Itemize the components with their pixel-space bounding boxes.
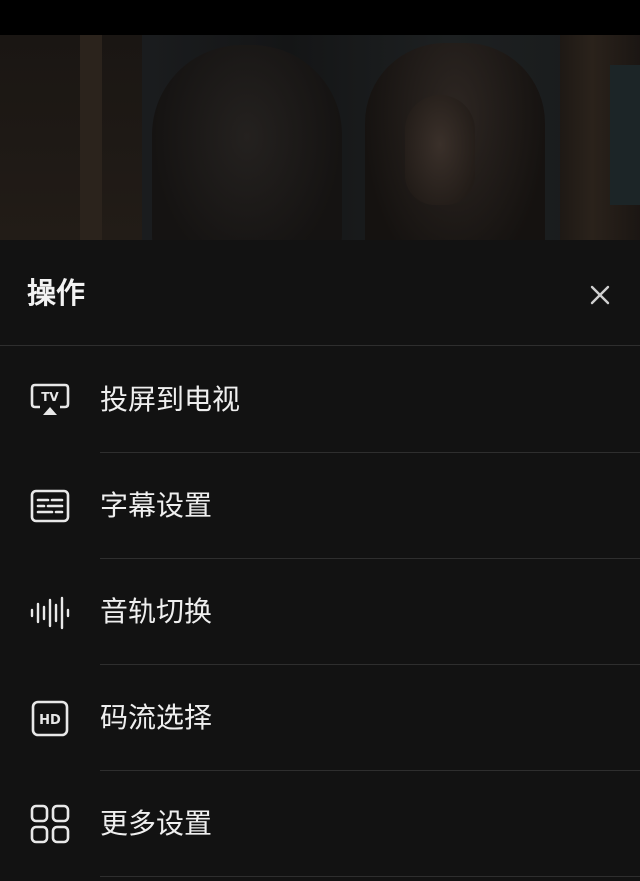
- divider: [100, 876, 640, 877]
- menu-item-label: 字幕设置: [100, 489, 213, 522]
- menu-item-more-settings[interactable]: 更多设置: [0, 771, 640, 877]
- video-player[interactable]: [0, 35, 640, 240]
- hd-icon: HD: [28, 698, 72, 738]
- menu-item-label: 更多设置: [100, 807, 213, 840]
- subtitles-icon: [28, 486, 72, 526]
- menu-item-subtitle-settings[interactable]: 字幕设置: [0, 453, 640, 559]
- menu-item-label: 投屏到电视: [100, 383, 241, 416]
- close-button[interactable]: [582, 277, 618, 313]
- action-sheet: 操作 TV 投屏到电视 字幕设置 音轨切换 HD 码流选择 更多设置: [0, 240, 640, 881]
- menu-item-label: 音轨切换: [100, 595, 213, 628]
- action-menu: TV 投屏到电视 字幕设置 音轨切换 HD 码流选择 更多设置: [0, 347, 640, 877]
- video-scene-person-back: [152, 45, 342, 240]
- audio-track-icon: [28, 592, 72, 632]
- menu-item-audio-track[interactable]: 音轨切换: [0, 559, 640, 665]
- menu-item-cast-to-tv[interactable]: TV 投屏到电视: [0, 347, 640, 453]
- video-scene-doorframe: [80, 35, 102, 240]
- grid-icon: [28, 804, 72, 844]
- menu-item-label: 码流选择: [100, 701, 213, 734]
- menu-item-bitrate-selection[interactable]: HD 码流选择: [0, 665, 640, 771]
- svg-text:TV: TV: [41, 390, 59, 404]
- tv-cast-icon: TV: [28, 380, 72, 420]
- video-scene-face: [405, 95, 475, 205]
- video-scene-window: [610, 65, 640, 205]
- sheet-title: 操作: [27, 276, 86, 310]
- status-bar: [0, 0, 640, 35]
- video-scene-wall: [0, 35, 142, 240]
- svg-text:HD: HD: [39, 713, 61, 728]
- sheet-header: 操作: [0, 240, 640, 346]
- close-icon: [590, 285, 610, 305]
